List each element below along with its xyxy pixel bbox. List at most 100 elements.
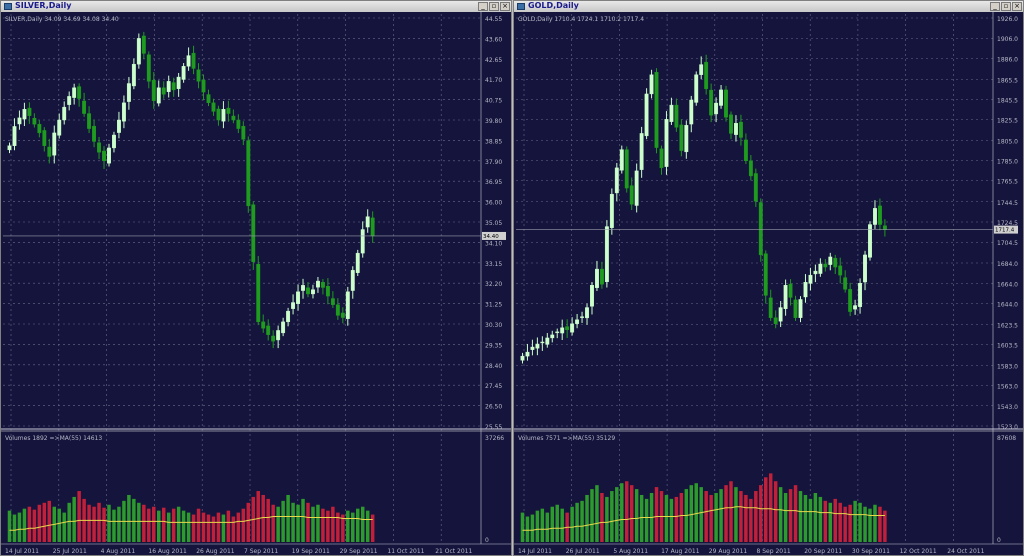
- candle-body: [196, 69, 201, 82]
- volume-bar: [873, 504, 877, 542]
- minimize-icon[interactable]: _: [990, 2, 1000, 11]
- y-tick-label: 1523.0: [997, 424, 1018, 431]
- candle-body: [545, 337, 550, 345]
- candle-body: [206, 94, 211, 104]
- candle-body: [136, 38, 141, 65]
- volume-bar: [216, 512, 221, 542]
- x-tick-label: 14 Jul 2011: [5, 548, 39, 555]
- restore-icon[interactable]: ▫: [1001, 2, 1011, 11]
- restore-icon[interactable]: ▫: [489, 2, 499, 11]
- candle-body: [699, 64, 704, 75]
- volume-bar: [764, 477, 768, 542]
- candle-body: [624, 149, 629, 189]
- candle-body: [550, 334, 555, 339]
- volume-bar: [634, 489, 639, 542]
- volume-bar: [117, 506, 121, 542]
- volume-bar: [276, 506, 280, 542]
- silver-candlestick-chart[interactable]: 44.55 43.60 42.65 41.70 40.75 39.80 38.85 37.90…: [1, 12, 511, 555]
- volume-max-label: 37266: [485, 435, 504, 442]
- volume-bar: [331, 506, 335, 542]
- volume-bar: [316, 504, 320, 542]
- y-tick-label: 1886.0: [997, 56, 1018, 63]
- candle-body: [67, 96, 72, 105]
- y-tick-label: 31.25: [485, 302, 502, 309]
- candle-body: [306, 287, 310, 295]
- volume-bar: [306, 502, 310, 542]
- volume-bar: [346, 510, 350, 542]
- candle-body: [609, 193, 614, 228]
- candle-body: [176, 76, 181, 89]
- candle-body: [22, 109, 27, 120]
- silver-chart-window[interactable]: SILVER,Daily _ ▫ × 44.55 43.60 42.65 41.70 4…: [0, 0, 512, 556]
- candle-body: [873, 208, 877, 225]
- candle-body: [246, 140, 251, 207]
- candle-body: [276, 330, 281, 341]
- candle-body: [848, 289, 853, 312]
- volume-bar: [72, 496, 76, 542]
- volume-bar: [798, 491, 803, 542]
- x-tick-label: 5 Aug 2011: [613, 548, 648, 555]
- volume-bar: [17, 512, 22, 542]
- candle-body: [763, 253, 768, 296]
- window-title: SILVER,Daily: [15, 1, 72, 10]
- close-icon[interactable]: ×: [500, 2, 510, 11]
- candle-body: [27, 107, 32, 116]
- y-tick-label: 1805.0: [997, 139, 1018, 146]
- volume-bar: [729, 481, 733, 542]
- volume-bar: [689, 485, 694, 542]
- gold-chart-window[interactable]: GOLD,Daily _ ▫ × 1926.0 1906.0 1886.0 1865.…: [513, 0, 1024, 556]
- x-tick-label: 7 Sep 2011: [244, 548, 278, 555]
- volume-bar: [157, 510, 161, 542]
- volume-bar: [585, 494, 589, 542]
- y-tick-label: 1825.5: [997, 118, 1018, 125]
- volume-bar: [699, 487, 703, 542]
- candle-body: [181, 66, 186, 80]
- candle-body: [654, 72, 659, 148]
- candle-body: [773, 317, 778, 324]
- candle-body: [116, 119, 121, 133]
- volume-max-label: 87608: [997, 435, 1016, 442]
- volume-bar: [803, 494, 808, 542]
- y-tick-label: 1906.0: [997, 36, 1018, 43]
- volume-bar: [610, 491, 614, 542]
- volume-bar: [261, 494, 265, 542]
- close-icon[interactable]: ×: [1012, 2, 1022, 11]
- candle-body: [236, 119, 241, 129]
- candle-body: [42, 130, 47, 146]
- x-tick-label: 12 Oct 2011: [900, 548, 937, 555]
- x-tick-label: 20 Sep 2011: [804, 548, 842, 555]
- minimize-icon[interactable]: _: [478, 2, 488, 11]
- window-title: GOLD,Daily: [528, 1, 579, 10]
- candle-body: [595, 268, 599, 288]
- candle-body: [266, 325, 271, 335]
- candle-body: [778, 307, 783, 322]
- x-tick-label: 30 Sep 2011: [852, 548, 890, 555]
- candle-body: [360, 229, 365, 254]
- volume-bar: [166, 512, 171, 542]
- x-tick-label: 29 Aug 2011: [709, 548, 748, 555]
- candle-body: [166, 81, 171, 92]
- candle-body: [743, 139, 748, 161]
- volume-bar: [754, 491, 758, 542]
- volume-bar: [360, 506, 365, 542]
- candle-body: [520, 355, 525, 361]
- y-tick-label: 1623.5: [997, 322, 1018, 329]
- candle-body: [271, 335, 276, 342]
- candle-body: [72, 87, 77, 98]
- candle-body: [719, 89, 724, 106]
- x-tick-label: 24 Oct 2011: [947, 548, 984, 555]
- candle-body: [325, 286, 330, 297]
- volume-bar: [530, 514, 535, 542]
- volume-bar: [62, 512, 66, 542]
- candle-body: [201, 79, 206, 93]
- volume-bar: [858, 502, 862, 542]
- volume-bar: [356, 508, 360, 542]
- gold-candlestick-chart[interactable]: 1926.0 1906.0 1886.0 1865.5 1845.5 1825.5 1805…: [514, 12, 1023, 555]
- candle-body: [863, 254, 867, 283]
- volume-bar: [625, 481, 629, 542]
- volume-bar: [7, 510, 12, 542]
- volume-bar: [878, 506, 882, 542]
- y-tick-label: 36.00: [485, 200, 502, 207]
- y-tick-label: 30.30: [485, 322, 502, 329]
- candle-body: [629, 185, 634, 205]
